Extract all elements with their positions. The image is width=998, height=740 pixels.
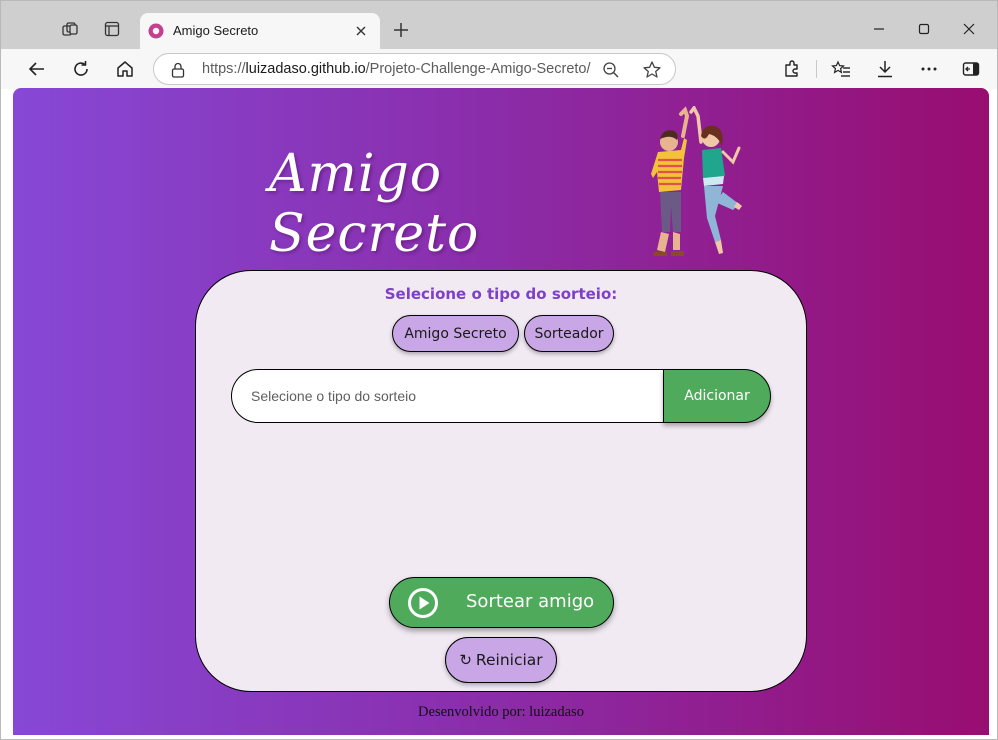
- zoom-icon[interactable]: [602, 61, 620, 79]
- extensions-icon[interactable]: [781, 58, 803, 80]
- favorite-icon[interactable]: [642, 60, 662, 80]
- tab-strip: Amigo Secreto: [1, 1, 997, 49]
- add-name-row: Selecione o tipo do sorteio Adicionar: [231, 369, 771, 423]
- more-icon[interactable]: [918, 58, 940, 80]
- footer-credit: Desenvolvido por: luizadaso: [418, 704, 584, 720]
- add-button[interactable]: Adicionar: [663, 369, 771, 423]
- name-input[interactable]: Selecione o tipo do sorteio: [231, 369, 667, 423]
- favorites-list-icon[interactable]: [830, 58, 852, 80]
- browser-window: Amigo Secreto https://luizadaso.github.i…: [0, 0, 998, 740]
- url-text: https://luizadaso.github.io/Projeto-Chal…: [202, 61, 591, 77]
- page-viewport: Amigo Secreto Selecione o tipo do sortei…: [13, 88, 989, 735]
- home-icon[interactable]: [113, 57, 137, 81]
- reset-icon: ↻: [459, 651, 472, 669]
- toolbar-divider: [816, 60, 817, 78]
- maximize-icon[interactable]: [912, 17, 936, 41]
- minimize-icon[interactable]: [867, 17, 891, 41]
- close-icon[interactable]: [957, 17, 981, 41]
- amigo-secreto-button[interactable]: Amigo Secreto: [392, 315, 519, 352]
- address-bar[interactable]: https://luizadaso.github.io/Projeto-Chal…: [153, 53, 676, 85]
- new-tab-icon[interactable]: [391, 20, 411, 40]
- url-host: luizadaso.github.io: [245, 61, 366, 77]
- site-favicon-icon: [148, 23, 164, 39]
- browser-toolbar: https://luizadaso.github.io/Projeto-Chal…: [1, 49, 997, 89]
- app-title: Amigo Secreto: [269, 144, 480, 264]
- back-icon[interactable]: [25, 57, 49, 81]
- draw-type-heading: Selecione o tipo do sorteio:: [384, 285, 618, 303]
- tab-actions-icon[interactable]: [102, 19, 122, 39]
- url-path: /Projeto-Challenge-Amigo-Secreto/: [365, 61, 591, 77]
- play-icon: [407, 587, 439, 619]
- lock-icon[interactable]: [171, 62, 185, 78]
- reset-label: Reiniciar: [475, 651, 543, 669]
- workspaces-icon[interactable]: [60, 19, 80, 39]
- close-tab-icon[interactable]: [354, 24, 368, 38]
- sorteador-button[interactable]: Sorteador: [524, 315, 614, 352]
- reset-button[interactable]: ↻ Reiniciar: [445, 637, 557, 683]
- name-input-placeholder: Selecione o tipo do sorteio: [251, 388, 416, 404]
- browser-tab[interactable]: Amigo Secreto: [140, 13, 380, 49]
- refresh-icon[interactable]: [69, 57, 93, 81]
- tab-title: Amigo Secreto: [173, 23, 259, 38]
- downloads-icon[interactable]: [874, 58, 896, 80]
- draw-friend-button[interactable]: Sortear amigo: [389, 577, 614, 628]
- high-five-illustration: [651, 106, 742, 256]
- url-protocol: https://: [202, 61, 246, 77]
- main-card: Selecione o tipo do sorteio: Amigo Secre…: [195, 270, 807, 692]
- draw-friend-label: Sortear amigo: [466, 591, 595, 612]
- sidebar-icon[interactable]: [960, 58, 982, 80]
